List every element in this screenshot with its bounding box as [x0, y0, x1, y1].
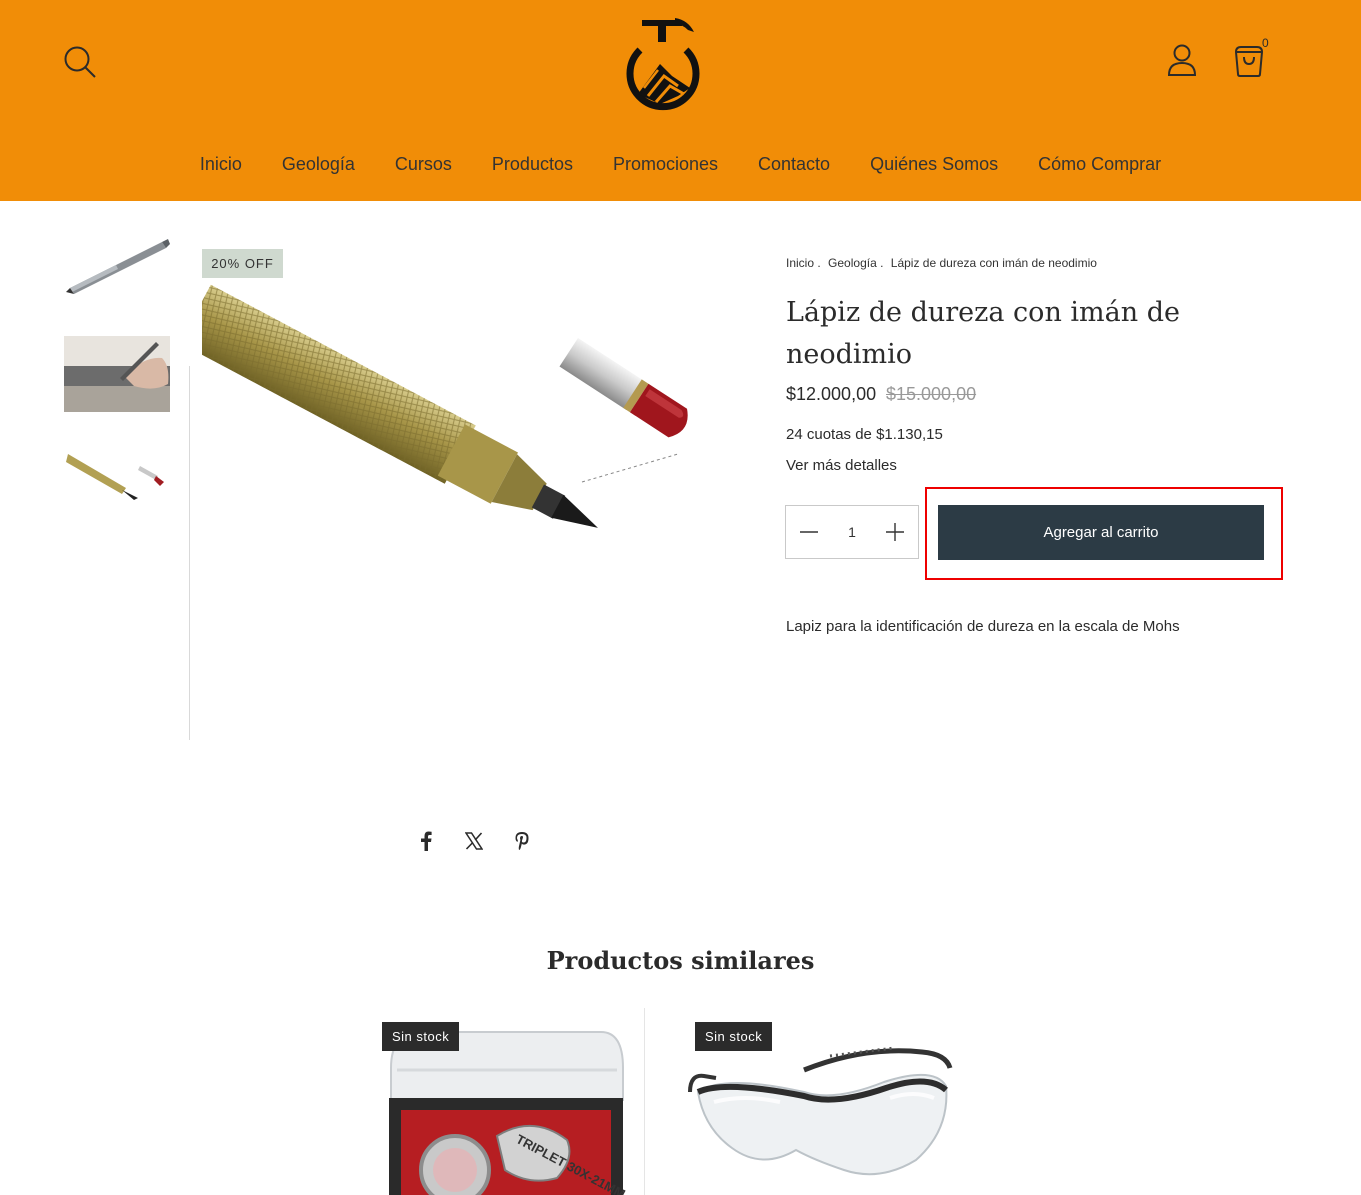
breadcrumb-current: Lápiz de dureza con imán de neodimio: [890, 256, 1097, 270]
product-price: $12.000,00: [786, 384, 877, 404]
thumbnail-divider: [189, 366, 190, 740]
product-thumbnail-1[interactable]: [64, 232, 170, 302]
breadcrumb-item-geologia[interactable]: Geología: [828, 256, 877, 270]
breadcrumb: Inicio . Geología . Lápiz de dureza con …: [786, 256, 1101, 270]
nav-item-promociones[interactable]: Promociones: [613, 154, 718, 175]
breadcrumb-separator: .: [817, 256, 821, 270]
store-logo[interactable]: [620, 14, 706, 114]
nav-item-como-comprar[interactable]: Cómo Comprar: [1038, 154, 1161, 175]
product-thumbnail-2[interactable]: [64, 336, 170, 412]
quantity-value[interactable]: 1: [848, 524, 856, 540]
nav-item-cursos[interactable]: Cursos: [395, 154, 452, 175]
product-old-price: $15.000,00: [886, 384, 977, 404]
nav-item-contacto[interactable]: Contacto: [758, 154, 830, 175]
breadcrumb-item-inicio[interactable]: Inicio: [786, 256, 814, 270]
installments-text: 24 cuotas de $1.130,15: [786, 426, 943, 443]
share-links: [416, 830, 532, 852]
nav-item-geologia[interactable]: Geología: [282, 154, 355, 175]
similar-product-card-2[interactable]: Sin stock: [684, 1010, 956, 1195]
product-thumbnail-3[interactable]: [64, 436, 170, 506]
add-to-cart-button[interactable]: Agregar al carrito: [938, 505, 1264, 560]
nav-item-inicio[interactable]: Inicio: [200, 154, 242, 175]
out-of-stock-badge: Sin stock: [382, 1022, 460, 1051]
x-twitter-icon[interactable]: [464, 830, 484, 852]
search-icon[interactable]: [62, 44, 98, 80]
breadcrumb-separator: .: [880, 256, 884, 270]
user-account-icon[interactable]: [1164, 42, 1200, 78]
pinterest-icon[interactable]: [512, 830, 532, 852]
main-navigation: Inicio Geología Cursos Productos Promoci…: [0, 154, 1361, 175]
nav-item-productos[interactable]: Productos: [492, 154, 573, 175]
out-of-stock-badge: Sin stock: [695, 1022, 773, 1051]
site-header: 0 Inicio Geología Cursos Productos Promo…: [0, 0, 1361, 201]
product-main-image[interactable]: [179, 250, 758, 552]
product-description: Lapiz para la identificación de dureza e…: [786, 618, 1180, 635]
facebook-icon[interactable]: [416, 830, 436, 852]
shopping-bag-icon[interactable]: [1232, 40, 1266, 78]
similar-products-title: Productos similares: [546, 946, 815, 975]
cart-count-badge: 0: [1262, 36, 1269, 50]
product-title: Lápiz de dureza con imán de neodimio: [786, 297, 1180, 370]
card-divider: [644, 1008, 645, 1195]
quantity-decrease-icon[interactable]: [796, 519, 822, 545]
more-details-link[interactable]: Ver más detalles: [786, 457, 897, 474]
similar-product-card-1[interactable]: TRIPLET 30X-21MM Sin stock: [371, 1010, 643, 1195]
discount-badge: 20% OFF: [202, 249, 283, 278]
nav-item-quienes-somos[interactable]: Quiénes Somos: [870, 154, 998, 175]
quantity-stepper: 1: [785, 505, 919, 559]
quantity-increase-icon[interactable]: [882, 519, 908, 545]
